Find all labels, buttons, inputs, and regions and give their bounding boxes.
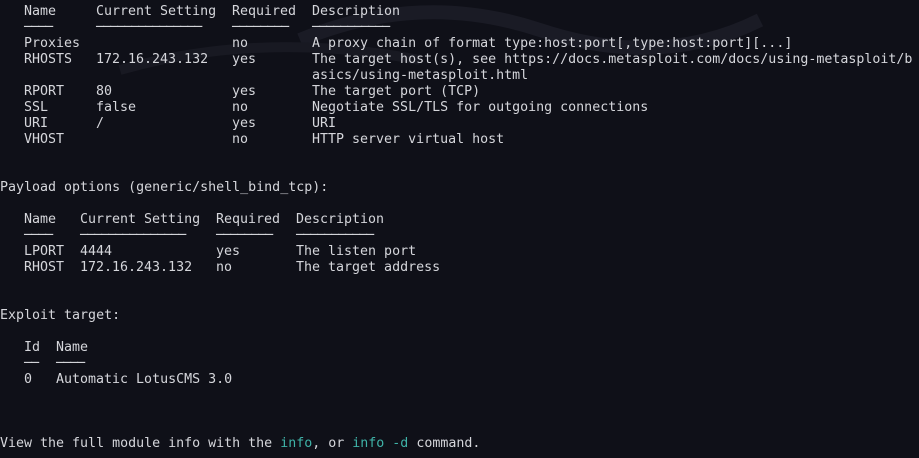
module-options-header-required: Required [232, 4, 297, 19]
info-d-command-link[interactable]: info -d [352, 436, 408, 451]
payload-underline-setting: ─────────────── [80, 228, 186, 243]
payload-underline-required: ──────── [216, 228, 273, 243]
target-underline-name: ──── [56, 356, 85, 371]
footer-middle: , or [312, 436, 353, 451]
footer-prefix: View the full module info with the [0, 436, 281, 451]
module-options-underline-description: ─────────── [312, 20, 390, 35]
payload-header-setting: Current Setting [80, 212, 201, 227]
exploit-target-title: Exploit target: [0, 308, 120, 324]
module-options-header-row: Name Current Setting Required Descriptio… [0, 4, 400, 20]
table-row: 0 Automatic LotusCMS 3.0 [0, 372, 232, 388]
option-description: The target host(s), see https://docs.met… [312, 52, 913, 67]
target-header-name: Name [56, 340, 89, 355]
option-required: yes [216, 244, 241, 259]
module-options-header-name: Name [24, 4, 57, 19]
exploit-target-header-row: Id Name [0, 340, 88, 356]
table-row-continuation: asics/using-metasploit.html [0, 68, 528, 84]
option-description: The listen port [296, 244, 417, 259]
table-row: RHOST 172.16.243.132 no The target addre… [0, 260, 440, 276]
terminal-window[interactable]: Name Current Setting Required Descriptio… [0, 0, 919, 458]
payload-header-description: Description [296, 212, 385, 227]
module-options-underline-required: ──────── [232, 20, 289, 35]
option-required: no [232, 132, 249, 147]
table-row: URI / yes URI [0, 116, 336, 132]
module-options-underline-row: ──── ─────────────── ──────── ──────────… [0, 20, 390, 36]
table-row: Proxies no A proxy chain of format type:… [0, 36, 792, 52]
table-row: SSL false no Negotiate SSL/TLS for outgo… [0, 100, 648, 116]
table-row: RHOSTS 172.16.243.132 yes The target hos… [0, 52, 912, 68]
section-title: Payload options (generic/shell_bind_tcp)… [0, 180, 329, 195]
footer-hint: View the full module info with the info,… [0, 436, 480, 452]
table-row: VHOST no HTTP server virtual host [0, 132, 504, 148]
option-setting: / [96, 116, 105, 131]
table-row: RPORT 80 yes The target port (TCP) [0, 84, 480, 100]
target-id: 0 [24, 372, 33, 387]
option-setting: 172.16.243.132 [96, 52, 209, 67]
option-setting: 4444 [80, 244, 113, 259]
option-required: yes [232, 84, 257, 99]
option-required: yes [232, 52, 257, 67]
payload-options-underline-row: ──── ─────────────── ──────── ──────────… [0, 228, 374, 244]
payload-underline-description: ─────────── [296, 228, 374, 243]
option-description: The target port (TCP) [312, 84, 481, 99]
option-description: Negotiate SSL/TLS for outgoing connectio… [312, 100, 649, 115]
option-required: no [232, 100, 249, 115]
option-name: LPORT [24, 244, 65, 259]
option-description: URI [312, 116, 337, 131]
target-header-id: Id [24, 340, 41, 355]
option-required: yes [232, 116, 257, 131]
payload-options-header-row: Name Current Setting Required Descriptio… [0, 212, 384, 228]
option-description: The target address [296, 260, 441, 275]
info-command-link[interactable]: info [280, 436, 312, 451]
option-setting: 172.16.243.132 [80, 260, 193, 275]
target-underline-id: ── [24, 356, 39, 371]
option-name: RHOSTS [24, 52, 73, 67]
module-options-header-setting: Current Setting [96, 4, 217, 19]
payload-underline-name: ──── [24, 228, 53, 243]
option-description-continued: asics/using-metasploit.html [312, 68, 529, 83]
payload-header-required: Required [216, 212, 281, 227]
payload-options-title: Payload options (generic/shell_bind_tcp)… [0, 180, 328, 196]
payload-header-name: Name [24, 212, 57, 227]
option-description: A proxy chain of format type:host:port[,… [312, 36, 793, 51]
target-name: Automatic LotusCMS 3.0 [56, 372, 233, 387]
option-name: RHOST [24, 260, 65, 275]
section-title: Exploit target: [0, 308, 121, 323]
option-name: URI [24, 116, 49, 131]
module-options-header-description: Description [312, 4, 401, 19]
module-options-underline-setting: ─────────────── [96, 20, 202, 35]
option-name: VHOST [24, 132, 65, 147]
option-setting: 80 [96, 84, 113, 99]
module-options-underline-name: ──── [24, 20, 53, 35]
option-setting: false [96, 100, 137, 115]
option-name: RPORT [24, 84, 65, 99]
option-required: no [232, 36, 249, 51]
option-name: SSL [24, 100, 49, 115]
footer-suffix: command. [408, 436, 481, 451]
option-required: no [216, 260, 233, 275]
table-row: LPORT 4444 yes The listen port [0, 244, 416, 260]
option-description: HTTP server virtual host [312, 132, 505, 147]
option-name: Proxies [24, 36, 81, 51]
exploit-target-underline-row: ── ──── [0, 356, 85, 372]
